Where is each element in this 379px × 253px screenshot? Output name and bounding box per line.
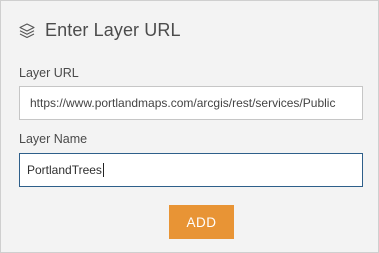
layer-name-input[interactable]: PortlandTrees: [19, 153, 363, 187]
enter-layer-url-panel: Enter Layer URL Layer URL https://www.po…: [0, 0, 379, 253]
layer-name-label: Layer Name: [19, 132, 88, 146]
layer-url-value: https://www.portlandmaps.com/arcgis/rest…: [30, 96, 336, 110]
layer-url-input[interactable]: https://www.portlandmaps.com/arcgis/rest…: [19, 86, 363, 120]
layers-icon: [18, 22, 36, 40]
panel-header: Enter Layer URL: [18, 20, 181, 41]
panel-title: Enter Layer URL: [45, 20, 181, 40]
layer-name-value: PortlandTrees: [27, 163, 102, 177]
add-button[interactable]: ADD: [169, 205, 234, 239]
layer-url-label: Layer URL: [19, 66, 79, 80]
text-cursor: [102, 162, 104, 177]
